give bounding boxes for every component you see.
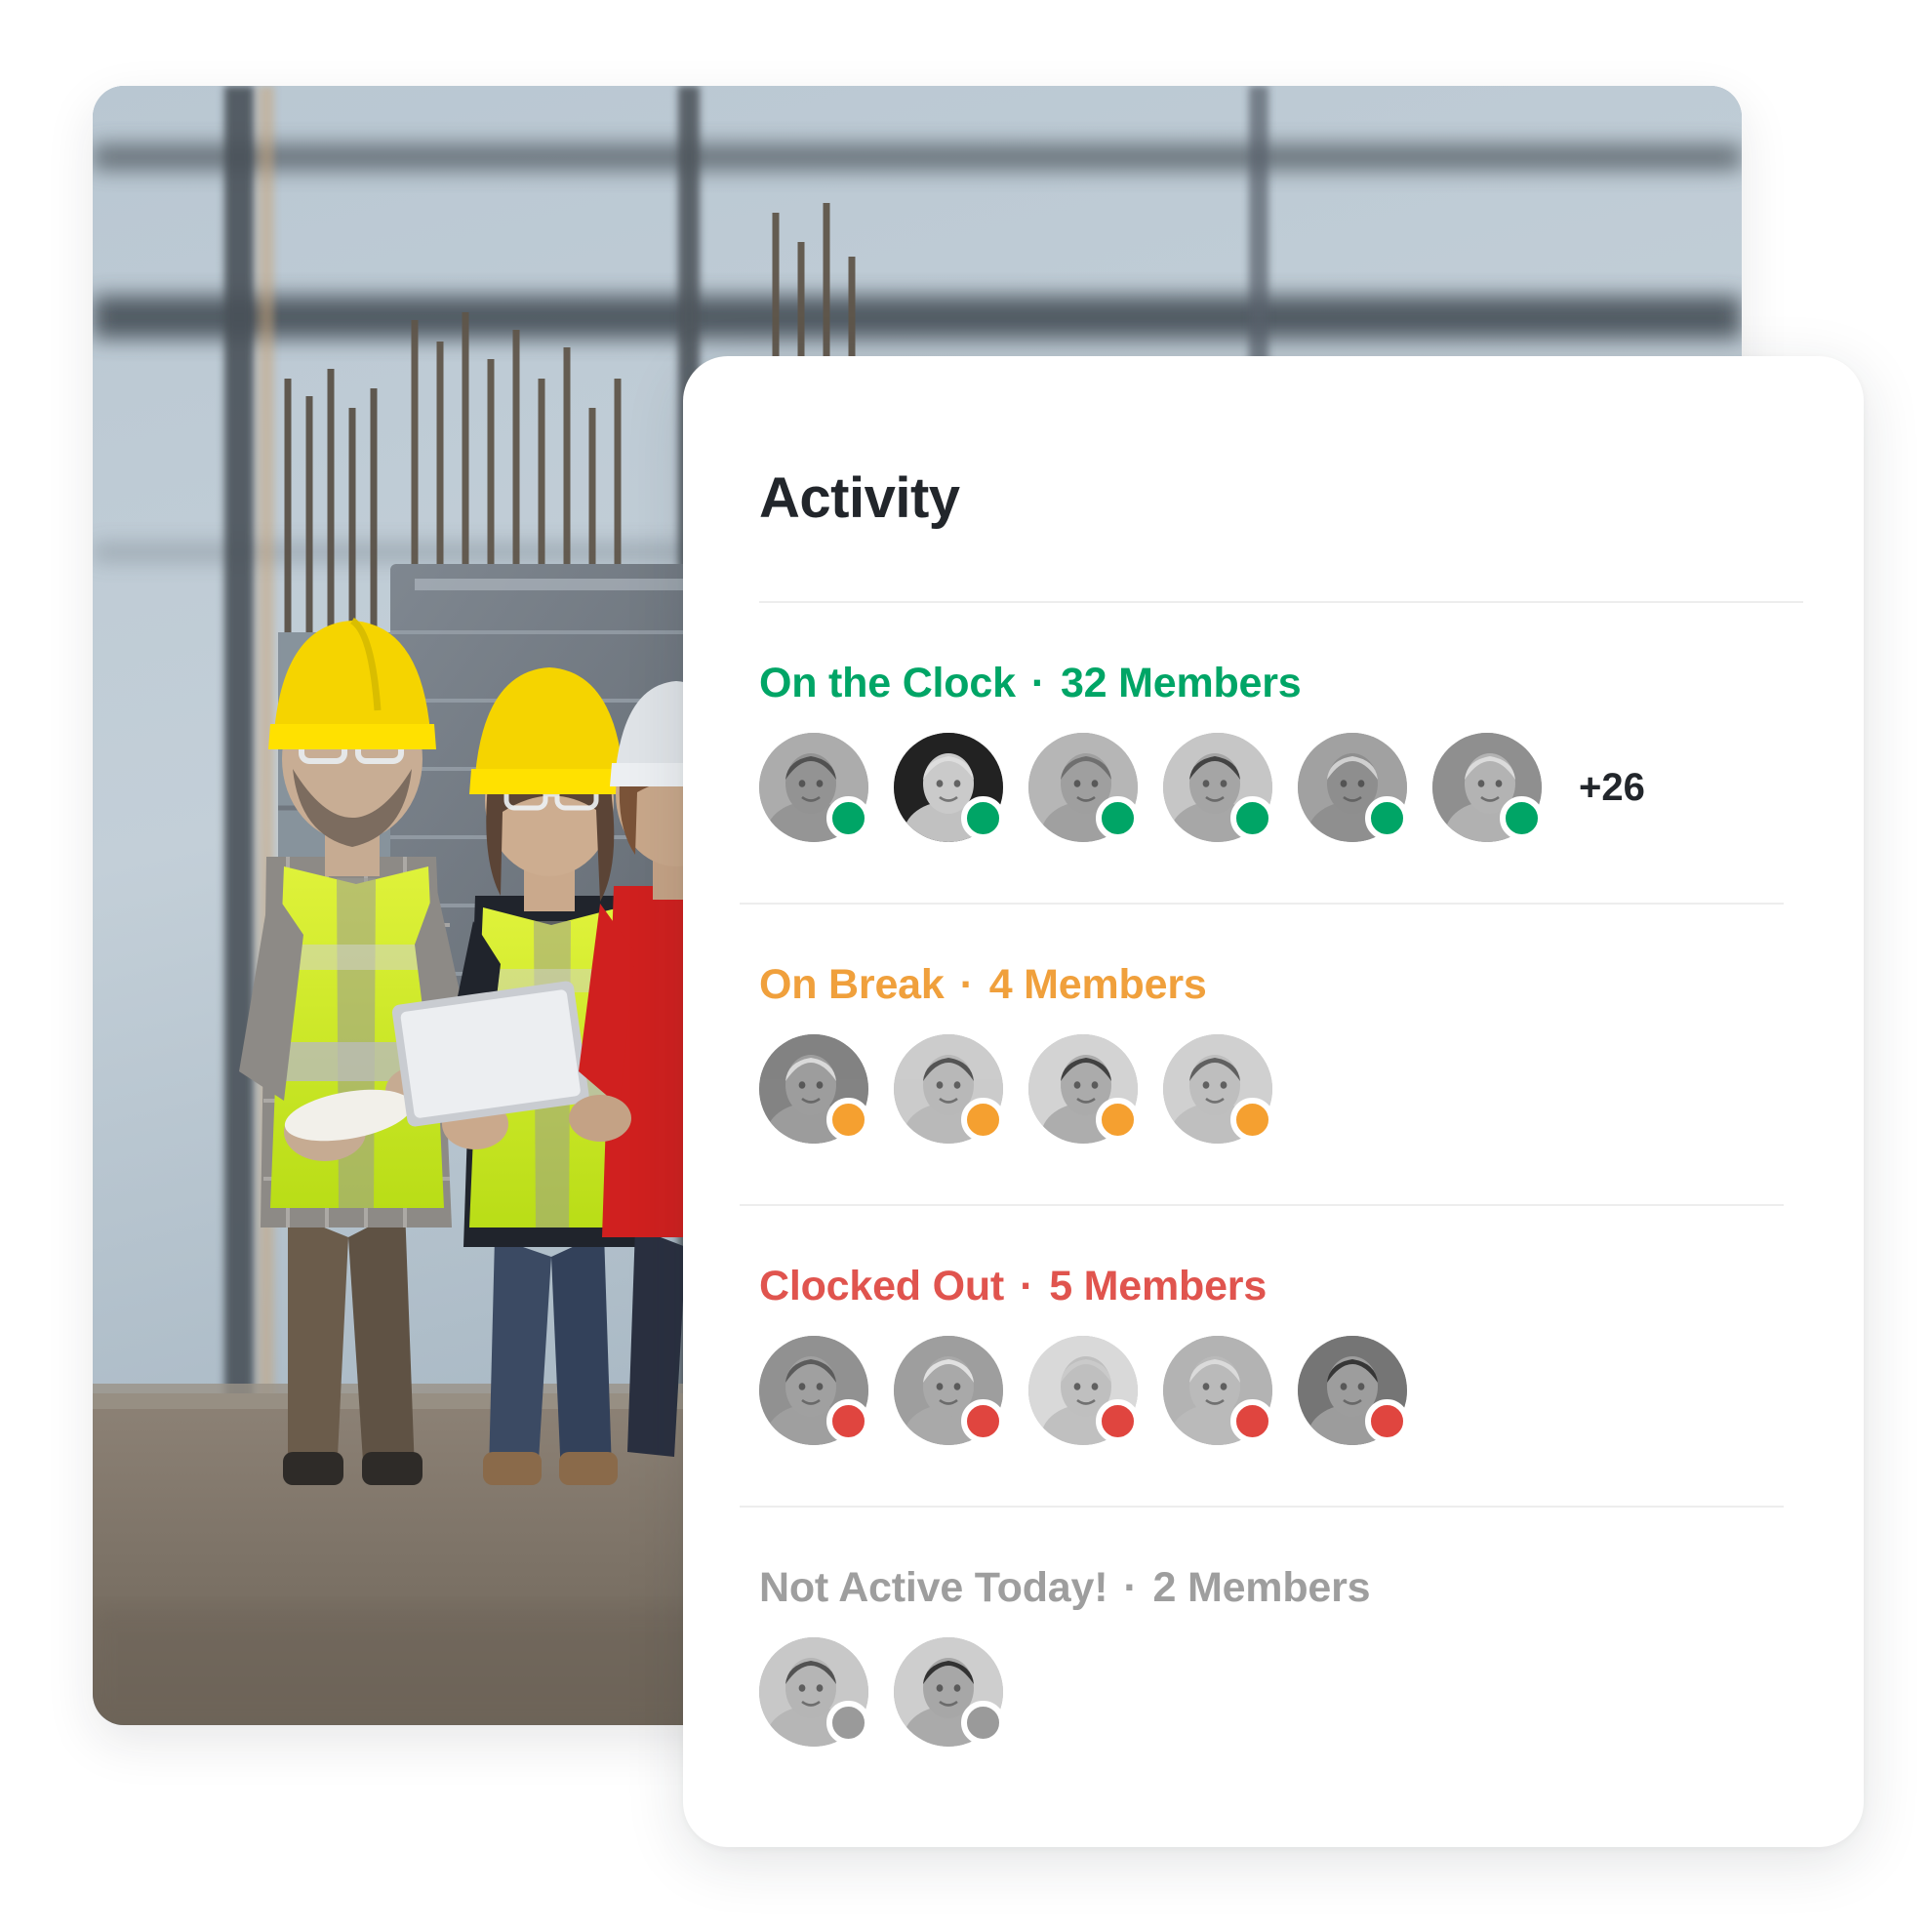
status-dot-not-active-today [961, 1701, 1005, 1745]
section-label: Not Active Today! [759, 1564, 1108, 1611]
section-separator: · [1123, 1564, 1138, 1611]
status-dot-on-break [1096, 1098, 1140, 1142]
avatar-laughing-worker-helmet[interactable] [759, 1336, 870, 1445]
section-header-on-the-clock: On the Clock · 32 Members [759, 660, 1807, 707]
activity-section-on-break: On Break · 4 Members [740, 961, 1807, 1144]
status-dot-on-the-clock [1365, 796, 1409, 840]
avatar-older-man-smiling[interactable] [894, 1336, 1005, 1445]
status-dot-clocked-out [1096, 1399, 1140, 1443]
activity-section-clocked-out: Clocked Out · 5 Members [740, 1263, 1807, 1445]
activity-section-not-active-today: Not Active Today! · 2 Members [740, 1564, 1807, 1747]
avatar-woman-in-blazer[interactable] [759, 1637, 870, 1747]
overflow-count-on-the-clock[interactable]: +26 [1579, 766, 1645, 810]
avatar-curly-haired-woman[interactable] [894, 1034, 1005, 1144]
status-dot-clocked-out [826, 1399, 870, 1443]
avatar-row-on-the-clock: +26 [759, 733, 1807, 842]
section-divider [740, 1506, 1784, 1508]
avatar-row-not-active-today [759, 1637, 1807, 1747]
section-member-count: 5 Members [1049, 1263, 1268, 1309]
section-divider [740, 903, 1784, 905]
section-separator: · [959, 961, 974, 1008]
activity-card: Activity On the Clock · 32 Members +26 O… [683, 356, 1864, 1847]
avatar-smiling-woman-phone[interactable] [1028, 1034, 1140, 1144]
status-dot-on-break [961, 1098, 1005, 1142]
avatar-blonde-woman[interactable] [1163, 1336, 1274, 1445]
status-dot-clocked-out [1365, 1399, 1409, 1443]
section-header-clocked-out: Clocked Out · 5 Members [759, 1263, 1807, 1310]
section-member-count: 2 Members [1152, 1564, 1371, 1611]
avatar-welder-safety-glasses[interactable] [1432, 733, 1544, 842]
status-dot-on-the-clock [961, 796, 1005, 840]
section-member-count: 32 Members [1060, 660, 1302, 706]
section-label: On Break [759, 961, 945, 1008]
section-label: Clocked Out [759, 1263, 1005, 1309]
avatar-worker-with-cap[interactable] [1028, 733, 1140, 842]
status-dot-clocked-out [1230, 1399, 1274, 1443]
title-divider [759, 601, 1803, 603]
avatar-man-with-glasses[interactable] [1163, 733, 1274, 842]
avatar-smiling-young-man[interactable] [894, 733, 1005, 842]
section-separator: · [1030, 660, 1045, 706]
status-dot-clocked-out [961, 1399, 1005, 1443]
status-dot-on-the-clock [1230, 796, 1274, 840]
status-dot-on-the-clock [826, 796, 870, 840]
status-dot-not-active-today [826, 1701, 870, 1745]
page-title: Activity [759, 466, 960, 530]
activity-sections: On the Clock · 32 Members +26 On Break ·… [740, 660, 1807, 1747]
status-dot-on-break [826, 1098, 870, 1142]
section-header-not-active-today: Not Active Today! · 2 Members [759, 1564, 1807, 1612]
status-dot-on-break [1230, 1098, 1274, 1142]
avatar-row-on-break [759, 1034, 1807, 1144]
section-label: On the Clock [759, 660, 1016, 706]
status-dot-on-the-clock [1096, 796, 1140, 840]
section-divider [740, 1204, 1784, 1206]
avatar-worker-hardhat[interactable] [1298, 733, 1409, 842]
avatar-row-clocked-out [759, 1336, 1807, 1445]
avatar-man-glasses-white-shirt[interactable] [1163, 1034, 1274, 1144]
status-dot-on-the-clock [1500, 796, 1544, 840]
avatar-older-man-cap[interactable] [759, 1034, 870, 1144]
section-separator: · [1020, 1263, 1034, 1309]
screenshot-stage: Activity On the Clock · 32 Members +26 O… [0, 0, 1932, 1932]
activity-section-on-the-clock: On the Clock · 32 Members +26 [740, 660, 1807, 842]
avatar-dark-hair-woman[interactable] [1298, 1336, 1409, 1445]
section-header-on-break: On Break · 4 Members [759, 961, 1807, 1009]
avatar-curly-hair-worker[interactable] [759, 733, 870, 842]
section-member-count: 4 Members [988, 961, 1207, 1008]
avatar-man-in-cap-white-tee[interactable] [894, 1637, 1005, 1747]
avatar-short-hair-woman[interactable] [1028, 1336, 1140, 1445]
